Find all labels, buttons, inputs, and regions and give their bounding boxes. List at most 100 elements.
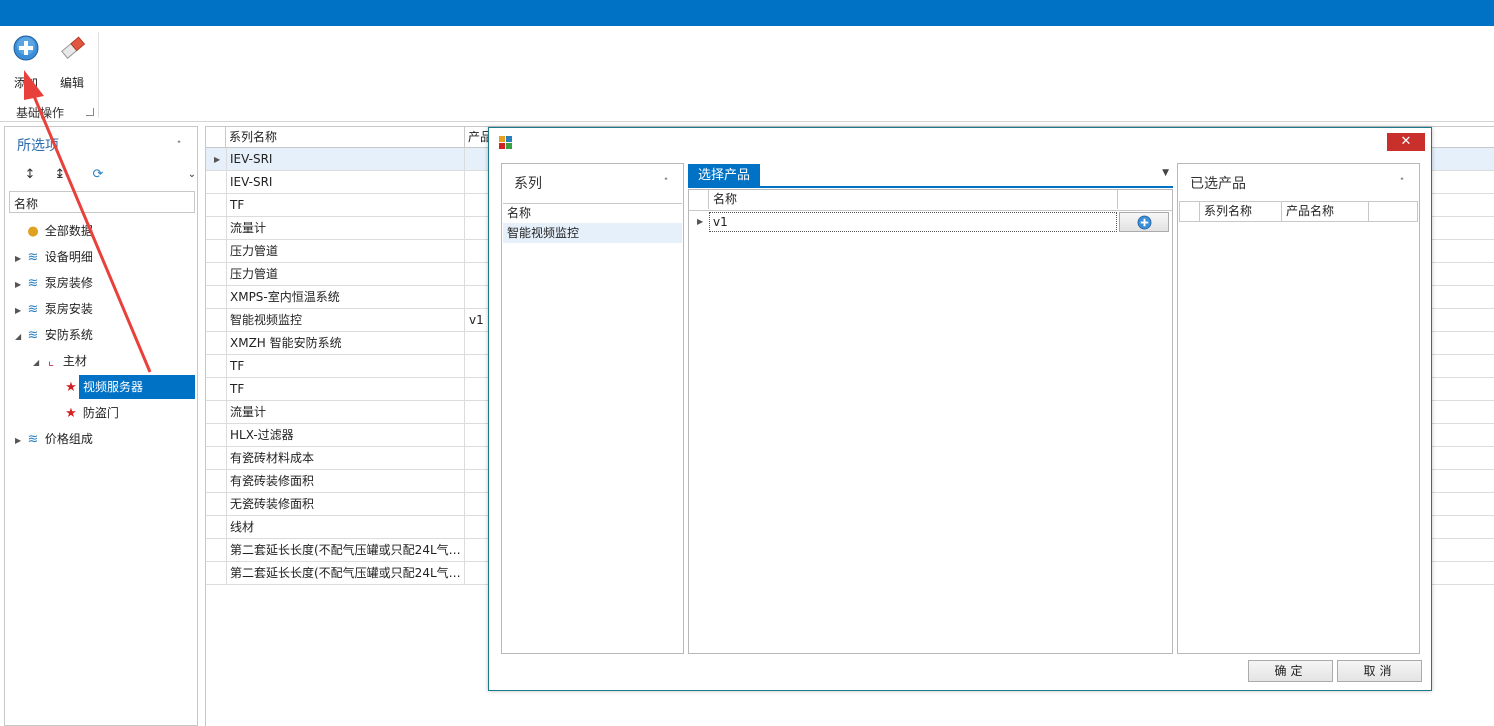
tree-node[interactable]: ▶ ≋ 价格组成 — [15, 427, 93, 451]
collapse-arrow-icon[interactable]: ◢ — [33, 351, 43, 375]
selected-products-pane: 已选产品 ᐩ 系列名称 产品名称 — [1177, 163, 1420, 654]
series-name-cell[interactable]: 流量计 — [226, 217, 465, 240]
window-titlebar — [0, 0, 1494, 26]
tab-dropdown-icon[interactable]: ▼ — [1162, 168, 1169, 178]
chevron-down-icon[interactable]: ⌄ — [183, 167, 201, 183]
series-name-cell[interactable]: 线材 — [226, 516, 465, 539]
product-row[interactable]: ▶ v1 — [689, 211, 1172, 233]
edit-button[interactable]: 编辑 — [52, 32, 92, 90]
tree-node[interactable]: ● 全部数据 — [15, 219, 93, 243]
product-column-header: 名称 — [689, 190, 1172, 211]
selected-product-header[interactable]: 产品名称 — [1282, 202, 1369, 221]
series-row[interactable]: 智能视频监控 — [503, 223, 682, 243]
ribbon-separator — [98, 32, 99, 118]
row-indicator-header — [1180, 202, 1200, 221]
series-name-cell[interactable]: 无瓷砖装修面积 — [226, 493, 465, 516]
tree-node[interactable]: ▶ ≋ 泵房安装 — [15, 297, 93, 321]
tree-node[interactable]: ◢ ≋ 安防系统 — [15, 323, 93, 347]
series-name-cell[interactable]: TF — [226, 378, 465, 401]
expand-all-icon[interactable]: ↕ — [21, 167, 39, 183]
add-button-label: 添加 — [13, 76, 38, 90]
tab-select-product[interactable]: 选择产品 — [688, 164, 760, 188]
tree-node-label: 安防系统 — [44, 328, 93, 342]
tree-node[interactable]: ◢ ⌞ 主材 — [33, 349, 87, 373]
selected-items-panel: 所选项 ᐩ ↕ ↨ ⟳ ⌄ 名称 ● 全部数据 ▶ ≋ 设备明细 ▶ ≋ 泵房装修 … — [4, 126, 198, 726]
series-name-cell[interactable]: 压力管道 — [226, 240, 465, 263]
select-product-dialog: ✕ 系列 ᐩ 名称 智能视频监控 选择产品 ▼ 名称 ▶ v1 已选产品 ᐩ 系… — [488, 127, 1432, 691]
star-icon: ★ — [65, 406, 77, 421]
series-name-cell[interactable]: 有瓷砖材料成本 — [226, 447, 465, 470]
product-name-cell[interactable]: v1 — [709, 212, 1117, 232]
close-button[interactable]: ✕ — [1387, 133, 1425, 151]
tree-node[interactable]: ▶ ≋ 设备明细 — [15, 245, 93, 269]
row-indicator-header — [206, 127, 226, 149]
series-column-header: 名称 — [503, 203, 682, 224]
tree-node[interactable]: ▶ ≋ 泵房装修 — [15, 271, 93, 295]
series-name-cell[interactable]: TF — [226, 355, 465, 378]
series-name-cell[interactable]: 压力管道 — [226, 263, 465, 286]
layers-icon: ≋ — [27, 328, 39, 343]
expand-arrow-icon[interactable]: ▶ — [15, 299, 25, 323]
pin-icon[interactable]: ᐩ — [1400, 176, 1404, 187]
collapse-all-icon[interactable]: ↨ — [51, 167, 69, 183]
product-tabstrip: 选择产品 ▼ — [688, 164, 1173, 188]
cancel-button[interactable]: 取消 — [1337, 660, 1422, 682]
app-icon — [499, 136, 512, 149]
expand-arrow-icon[interactable]: ▶ — [15, 429, 25, 453]
coins-icon: ● — [27, 224, 39, 239]
selected-pane-title: 已选产品 — [1190, 176, 1246, 192]
group-launcher-icon[interactable] — [86, 108, 94, 116]
layers-icon: ≋ — [27, 276, 39, 291]
tree-node[interactable]: ★ — [63, 375, 79, 399]
layers-icon: ≋ — [27, 302, 39, 317]
eraser-icon — [61, 36, 86, 59]
hierarchy-icon: ⌞ — [47, 354, 55, 369]
ribbon: 添加 编辑 基础操作 — [0, 26, 1494, 122]
series-pane: 系列 ᐩ 名称 智能视频监控 — [501, 163, 684, 654]
star-icon: ★ — [65, 380, 77, 395]
series-name-cell[interactable]: IEV-SRI — [226, 148, 465, 171]
series-pane-title: 系列 — [514, 176, 542, 192]
add-button[interactable]: 添加 — [6, 32, 46, 90]
selected-column-header: 系列名称 产品名称 — [1179, 201, 1418, 222]
row-indicator-icon: ▶ — [697, 217, 704, 226]
selected-series-header[interactable]: 系列名称 — [1200, 202, 1282, 221]
product-name-header[interactable]: 名称 — [709, 190, 1118, 209]
tree-node-label: 视频服务器 — [83, 380, 144, 394]
tree-node[interactable]: ★ 防盗门 — [63, 401, 119, 425]
series-name-cell[interactable]: 有瓷砖装修面积 — [226, 470, 465, 493]
tree-node-label: 防盗门 — [82, 406, 119, 420]
edit-button-label: 编辑 — [59, 76, 84, 90]
series-name-cell[interactable]: 第二套延长长度(不配气压罐或只配24L气… — [226, 539, 465, 562]
series-name-cell[interactable]: IEV-SRI — [226, 171, 465, 194]
add-circle-icon — [13, 35, 39, 61]
collapse-arrow-icon[interactable]: ◢ — [15, 325, 25, 349]
panel-title: 所选项 — [17, 138, 59, 154]
series-name-cell[interactable]: 流量计 — [226, 401, 465, 424]
series-name-header[interactable]: 名称 — [503, 204, 682, 223]
tree-node-label: 主材 — [62, 354, 87, 368]
tree-node-label: 泵房安装 — [44, 302, 93, 316]
ok-button[interactable]: 确定 — [1248, 660, 1333, 682]
column-header-series[interactable]: 系列名称 — [226, 127, 465, 149]
series-name-cell[interactable]: XMPS-室内恒温系统 — [226, 286, 465, 309]
tree-node-label: 全部数据 — [44, 224, 93, 238]
pin-icon[interactable]: ᐩ — [177, 139, 181, 150]
add-product-button[interactable] — [1119, 212, 1169, 232]
row-indicator-header — [689, 190, 709, 209]
tree-column-header[interactable]: 名称 — [9, 191, 195, 213]
tree-node-selected[interactable]: 视频服务器 — [79, 375, 195, 399]
refresh-icon[interactable]: ⟳ — [89, 167, 107, 183]
series-name-cell[interactable]: 第二套延长长度(不配气压罐或只配24L气… — [226, 562, 465, 585]
tree-node-label: 价格组成 — [44, 432, 93, 446]
expand-arrow-icon[interactable]: ▶ — [15, 273, 25, 297]
series-name-cell[interactable]: HLX-过滤器 — [226, 424, 465, 447]
add-circle-icon — [1137, 215, 1152, 230]
product-pane: 名称 ▶ v1 — [688, 189, 1173, 654]
layers-icon: ≋ — [27, 432, 39, 447]
series-name-cell[interactable]: 智能视频监控 — [226, 309, 465, 332]
series-name-cell[interactable]: XMZH 智能安防系统 — [226, 332, 465, 355]
expand-arrow-icon[interactable]: ▶ — [15, 247, 25, 271]
series-name-cell[interactable]: TF — [226, 194, 465, 217]
pin-icon[interactable]: ᐩ — [664, 176, 668, 187]
